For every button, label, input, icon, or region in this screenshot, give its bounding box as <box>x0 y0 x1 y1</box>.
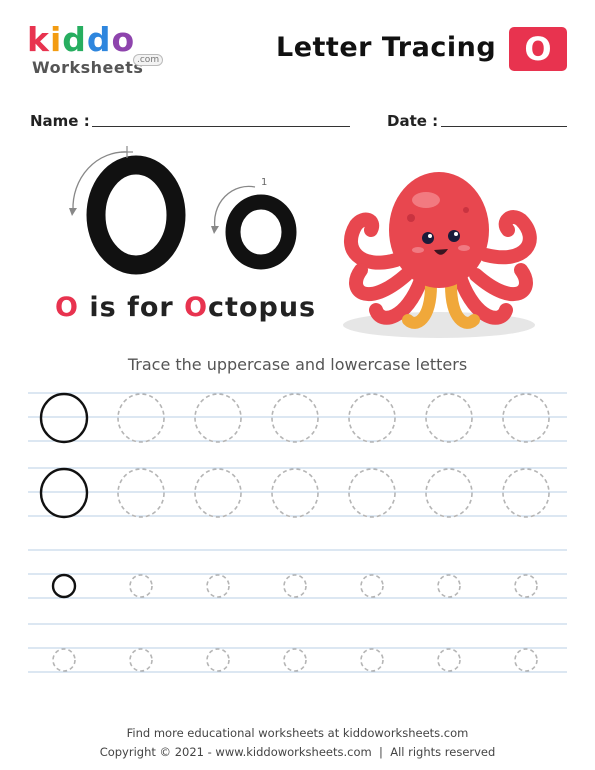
trace-letter[interactable] <box>129 648 153 672</box>
trace-letter[interactable] <box>206 648 230 672</box>
logo-letter: i <box>49 20 63 59</box>
logo-letter: o <box>111 20 136 59</box>
trace-letter[interactable] <box>206 574 230 598</box>
name-label: Name : <box>30 112 90 130</box>
trace-letter[interactable] <box>271 393 319 443</box>
letter-badge: O <box>509 27 567 71</box>
trace-letter[interactable] <box>52 648 76 672</box>
model-letter[interactable] <box>51 573 77 599</box>
caption-letter: O <box>184 292 209 323</box>
caption-letter: O <box>55 292 79 323</box>
trace-letter[interactable] <box>194 393 242 443</box>
kiddo-logo: kiddo <box>27 23 135 56</box>
trace-letter[interactable] <box>437 574 461 598</box>
logo-letter: d <box>62 20 87 59</box>
octopus-head <box>389 172 489 288</box>
display-letters: 1 <box>69 146 297 275</box>
date-field[interactable] <box>441 126 567 127</box>
caption-text: ctopus <box>208 292 317 323</box>
trace-letter[interactable] <box>425 468 473 518</box>
trace-letter[interactable] <box>348 468 396 518</box>
octopus-illustration <box>343 172 537 338</box>
name-field[interactable] <box>92 126 350 127</box>
tracing-area[interactable] <box>0 380 595 680</box>
trace-letter[interactable] <box>514 574 538 598</box>
highlight <box>412 192 440 208</box>
uppercase-o-glyph <box>86 155 186 275</box>
trace-letter[interactable] <box>360 574 384 598</box>
cheek <box>412 247 424 253</box>
footer-copyright: Copyright © 2021 - www.kiddoworksheets.c… <box>99 745 496 759</box>
trace-letter[interactable] <box>437 648 461 672</box>
logo-letter: d <box>86 20 112 59</box>
caption-text: is for <box>78 292 185 323</box>
spot <box>407 214 415 222</box>
logo-letter: k <box>27 20 50 59</box>
trace-letter[interactable] <box>502 393 550 443</box>
logo-subtitle: Worksheets <box>32 58 144 77</box>
footer-promo: Find more educational worksheets at kidd… <box>126 726 469 740</box>
tentacle <box>469 263 533 302</box>
trace-letter[interactable] <box>360 648 384 672</box>
letter-caption: O is for Octopus <box>55 292 316 323</box>
tentacle <box>479 210 537 265</box>
cheek <box>458 245 470 251</box>
trace-letter[interactable] <box>348 393 396 443</box>
model-letter[interactable] <box>39 392 89 444</box>
spot <box>463 207 469 213</box>
lowercase-o-glyph <box>225 194 297 270</box>
trace-letter[interactable] <box>117 468 165 518</box>
page-title: Letter Tracing <box>276 32 497 63</box>
model-letter[interactable] <box>39 467 89 519</box>
eye-shine <box>454 232 458 236</box>
tentacle <box>349 263 413 302</box>
trace-letter[interactable] <box>502 468 550 518</box>
trace-letter[interactable] <box>117 393 165 443</box>
trace-letter[interactable] <box>283 648 307 672</box>
arrow-head-icon <box>69 208 77 216</box>
trace-letter[interactable] <box>194 468 242 518</box>
arrow-head-icon <box>211 226 219 234</box>
date-label: Date : <box>387 112 439 130</box>
stroke-number: 1 <box>261 177 267 188</box>
trace-letter[interactable] <box>283 574 307 598</box>
trace-letter[interactable] <box>271 468 319 518</box>
logo-domain-badge: .com <box>133 54 164 66</box>
trace-letter[interactable] <box>129 574 153 598</box>
trace-letter[interactable] <box>514 648 538 672</box>
eye-shine <box>428 234 432 238</box>
instruction-text: Trace the uppercase and lowercase letter… <box>127 355 468 374</box>
eye <box>448 230 460 242</box>
trace-letter[interactable] <box>425 393 473 443</box>
eye <box>422 232 434 244</box>
